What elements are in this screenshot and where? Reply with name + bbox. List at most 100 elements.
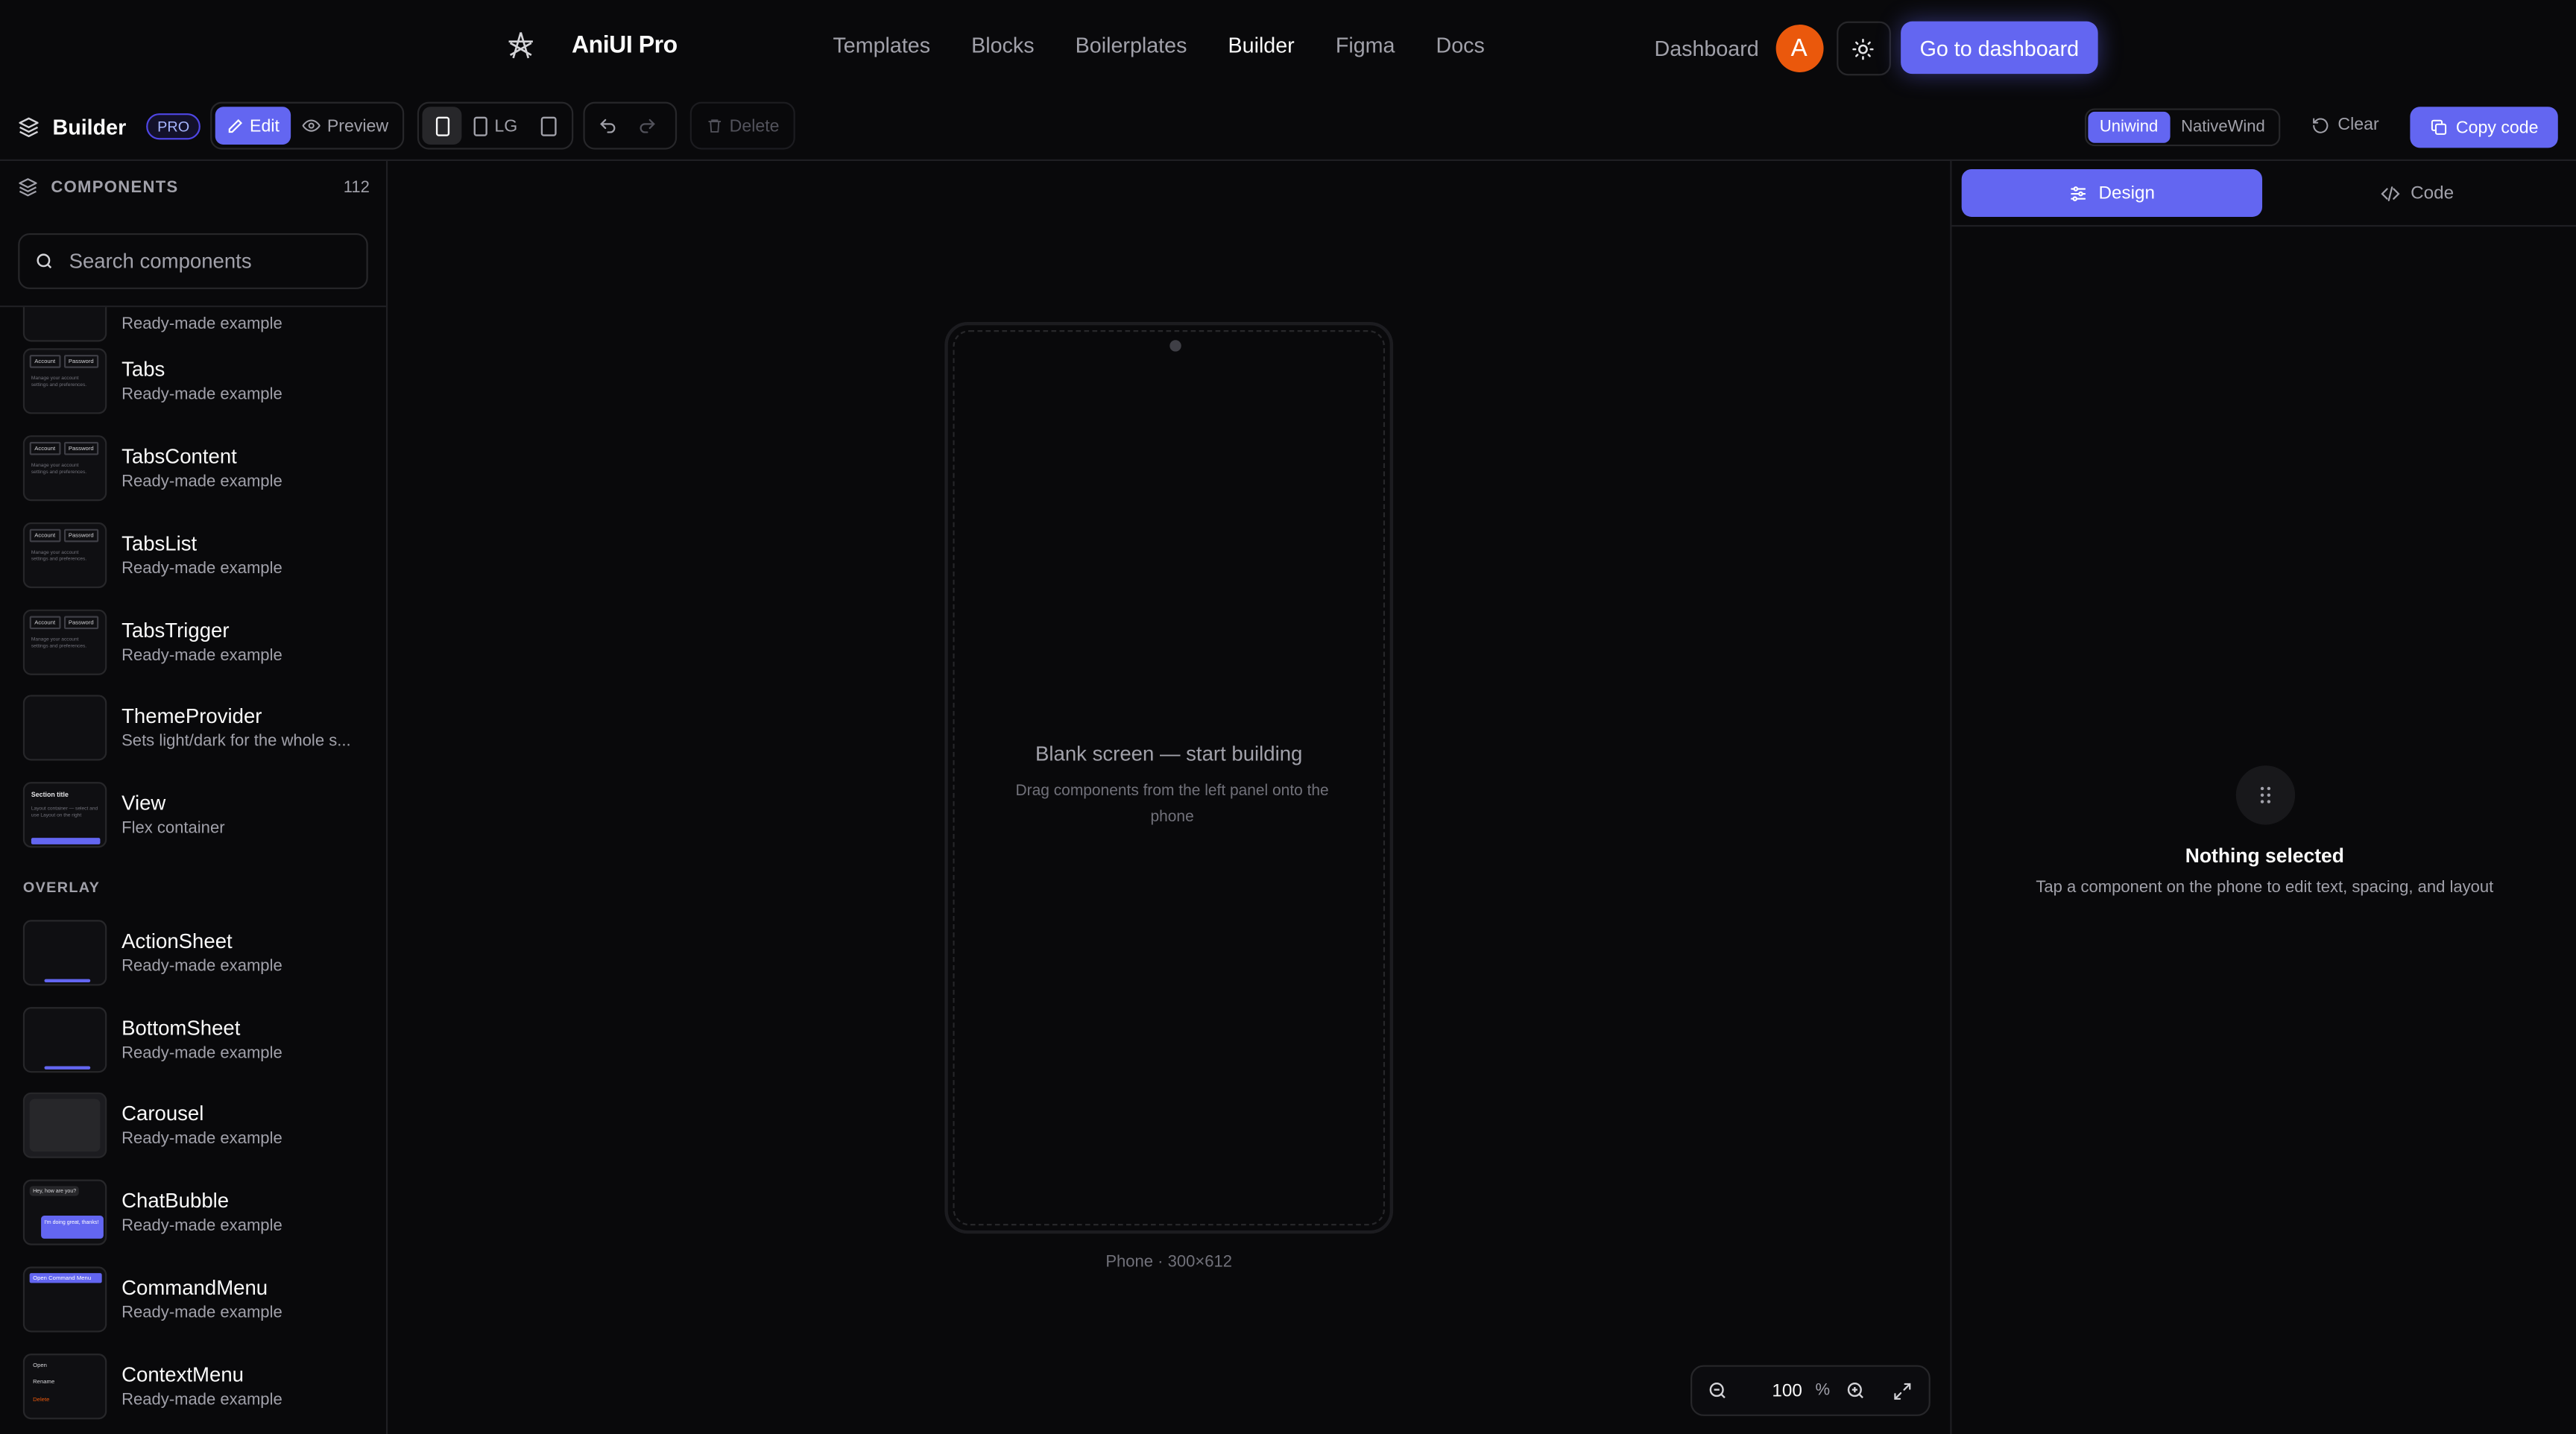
thumb-text: Manage your account settings and prefere… — [31, 461, 87, 475]
search-box — [18, 233, 368, 289]
list-item-tabscontent[interactable]: Account Password Manage your account sett… — [22, 432, 376, 505]
list-item-bottomsheet[interactable]: BottomSheet Ready-made example — [22, 1004, 376, 1076]
layers-icon — [19, 116, 39, 136]
undo-button[interactable] — [588, 107, 628, 145]
zoom-in-icon[interactable] — [1845, 1380, 1866, 1401]
go-to-dashboard-button[interactable]: Go to dashboard — [1901, 21, 2098, 75]
uniwind-option[interactable]: Uniwind — [2088, 111, 2170, 143]
preview-mode-button[interactable]: Preview — [291, 107, 400, 145]
list-item-commandmenu[interactable]: Open Command Menu CommandMenu Ready-made … — [22, 1263, 376, 1336]
component-desc: Ready-made example — [121, 1217, 282, 1236]
thumb-text: I'm doing great, thanks! — [41, 1216, 104, 1239]
phone-size-label: Phone · 300×612 — [1105, 1253, 1233, 1272]
tab-code[interactable]: Code — [2267, 169, 2568, 217]
phone-frame[interactable]: Blank screen — start building Drag compo… — [944, 322, 1394, 1234]
component-list: Ready-made example Account Password Manag… — [0, 307, 386, 1434]
component-desc: Sets light/dark for the whole s... — [121, 733, 351, 751]
phone-camera — [1169, 340, 1181, 352]
thumb-slide — [29, 1099, 101, 1152]
device-lg-button[interactable]: LG — [461, 107, 528, 145]
component-desc: Ready-made example — [121, 647, 282, 666]
nav-link-figma[interactable]: Figma — [1336, 33, 1395, 57]
command-thumbnail: Open Command Menu — [22, 1266, 107, 1333]
thumb-text: Account — [29, 441, 60, 455]
nav-link-templates[interactable]: Templates — [833, 33, 930, 57]
clear-label: Clear — [2337, 115, 2379, 135]
tab-design[interactable]: Design — [1961, 169, 2263, 217]
canvas: Blank screen — start building Drag compo… — [388, 161, 1950, 1434]
top-nav: AniUI Pro Templates Blocks Boilerplates … — [0, 0, 2576, 94]
list-item-tabslist[interactable]: Account Password Manage your account sett… — [22, 519, 376, 591]
list-item-tabstrigger[interactable]: Account Password Manage your account sett… — [22, 606, 376, 678]
search-icon — [37, 253, 52, 269]
list-item-contextmenu[interactable]: Open Rename Delete ContextMenu Ready-made… — [22, 1351, 376, 1423]
dashboard-link[interactable]: Dashboard — [1655, 36, 1759, 60]
zoom-unit: % — [1815, 1381, 1831, 1400]
nav-link-docs[interactable]: Docs — [1436, 33, 1485, 57]
preview-label: Preview — [326, 116, 389, 136]
thumb-text: Open — [33, 1362, 47, 1369]
component-thumbnail — [22, 307, 107, 342]
components-panel: COMPONENTS 112 Ready-made example Accoun… — [0, 161, 388, 1434]
delete-button[interactable]: Delete — [695, 107, 791, 145]
device-tablet-button[interactable] — [529, 107, 569, 145]
phone-icon — [435, 116, 449, 136]
list-item-view[interactable]: Section title Layout container — select … — [22, 779, 376, 851]
thumb-text: Password — [63, 355, 99, 368]
thumb-text: Manage your account settings and prefere… — [31, 549, 87, 562]
phone-lg-icon — [473, 116, 487, 136]
component-desc: Ready-made example — [121, 385, 282, 405]
clear-button[interactable]: Clear — [2311, 115, 2379, 135]
zoom-controls: 100 % — [1690, 1365, 1931, 1416]
list-item-actionsheet[interactable]: ActionSheet Ready-made example — [22, 917, 376, 989]
redo-button[interactable] — [628, 107, 667, 145]
search-input[interactable] — [69, 250, 349, 273]
theme-toggle-button[interactable] — [1836, 21, 1891, 76]
main-nav: Templates Blocks Boilerplates Builder Fi… — [833, 33, 1525, 57]
list-item-themeprovider[interactable]: ThemeProvider Sets light/dark for the who… — [22, 692, 376, 764]
inspector-tabs: Design Code — [1951, 161, 2576, 227]
nav-link-builder[interactable]: Builder — [1228, 33, 1295, 57]
tabs-thumbnail: Account Password Manage your account sett… — [22, 522, 107, 589]
tablet-icon — [540, 116, 557, 136]
pro-badge: PRO — [145, 113, 201, 140]
list-item-tabs[interactable]: Account Password Manage your account sett… — [22, 345, 376, 417]
component-desc: Ready-made example — [121, 315, 282, 333]
list-item-chatbubble[interactable]: Hey, how are you? I'm doing great, thank… — [22, 1176, 376, 1248]
component-name: ContextMenu — [121, 1363, 244, 1387]
edit-mode-button[interactable]: Edit — [215, 107, 291, 145]
list-item-partial[interactable]: Ready-made example — [22, 307, 376, 345]
phone-drop-zone[interactable]: Blank screen — start building Drag compo… — [953, 330, 1386, 1226]
user-avatar[interactable]: A — [1775, 25, 1823, 72]
copy-code-button[interactable]: Copy code — [2410, 107, 2558, 148]
components-header: COMPONENTS 112 — [18, 177, 370, 197]
list-item-carousel[interactable]: Carousel Ready-made example — [22, 1089, 376, 1161]
nav-link-blocks[interactable]: Blocks — [971, 33, 1034, 57]
context-thumbnail: Open Rename Delete — [22, 1354, 107, 1420]
thumb-text: Open Command Menu — [29, 1273, 102, 1283]
nativewind-option[interactable]: NativeWind — [2170, 112, 2277, 143]
thumb-text: Hey, how are you? — [29, 1186, 80, 1196]
thumb-text: Manage your account settings and prefere… — [31, 635, 87, 649]
redo-icon — [640, 118, 655, 133]
sun-icon — [1852, 37, 1874, 60]
component-desc: Ready-made example — [121, 1391, 282, 1410]
component-name: TabsContent — [121, 445, 237, 469]
copy-icon — [2431, 119, 2446, 135]
brand-name: AniUI Pro — [572, 33, 678, 60]
component-name: Tabs — [121, 358, 165, 382]
trash-icon — [708, 119, 722, 133]
sheet-thumbnail — [22, 1007, 107, 1073]
history-group — [583, 101, 678, 150]
component-name: ThemeProvider — [121, 704, 262, 728]
fit-screen-icon[interactable] — [1892, 1381, 1912, 1400]
sliders-icon — [2071, 186, 2086, 200]
view-thumbnail: Section title Layout container — select … — [22, 782, 107, 848]
zoom-out-icon[interactable] — [1707, 1380, 1729, 1401]
brand[interactable]: AniUI Pro — [502, 28, 678, 63]
nav-link-boilerplates[interactable]: Boilerplates — [1076, 33, 1187, 57]
device-phone-button[interactable] — [422, 107, 462, 145]
app-root: AniUI Pro Templates Blocks Boilerplates … — [0, 0, 2576, 1434]
zoom-value[interactable]: 100 — [1753, 1381, 1802, 1400]
thumb-bar — [31, 838, 101, 844]
